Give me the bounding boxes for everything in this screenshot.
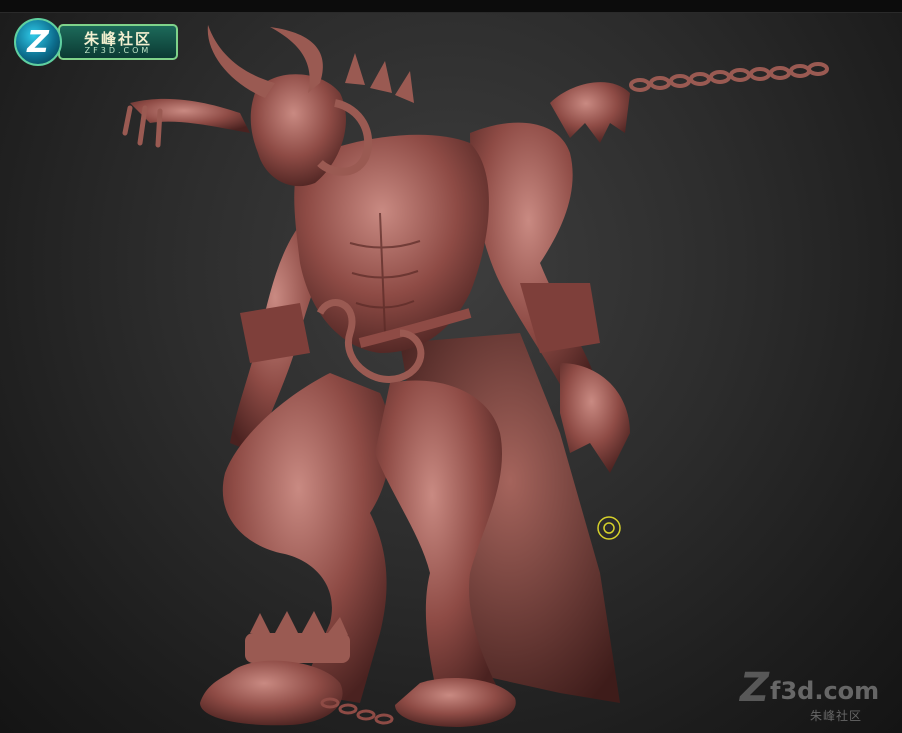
logo-subtitle: ZF3D.COM bbox=[84, 46, 152, 55]
watermark-site: f3d.com bbox=[770, 677, 880, 705]
site-logo[interactable]: 朱峰社区 ZF3D.COM Z bbox=[14, 18, 178, 66]
transpose-pivot-icon[interactable] bbox=[596, 515, 622, 541]
sculpt-viewport[interactable] bbox=[0, 13, 902, 733]
chain bbox=[629, 62, 829, 92]
right-upper-hand bbox=[550, 82, 630, 143]
left-foot bbox=[200, 660, 343, 726]
right-foot bbox=[395, 678, 516, 727]
logo-emblem-icon: Z bbox=[14, 18, 62, 66]
watermark: Z f3d.com 朱峰社区 bbox=[740, 665, 900, 729]
left-upper-claw bbox=[130, 98, 250, 133]
watermark-logo-letter: Z bbox=[740, 665, 770, 711]
back-spikes bbox=[345, 53, 414, 103]
right-bracer bbox=[520, 283, 600, 353]
logo-plate: 朱峰社区 ZF3D.COM bbox=[58, 24, 178, 60]
left-horn bbox=[207, 25, 275, 98]
top-bar bbox=[0, 0, 902, 13]
right-hand bbox=[560, 363, 630, 473]
viewport-canvas[interactable]: Z f3d.com 朱峰社区 bbox=[0, 13, 902, 733]
left-bracer bbox=[240, 303, 310, 363]
logo-letter: Z bbox=[27, 24, 49, 60]
zbrush-window: Z f3d.com 朱峰社区 朱峰社区 ZF3D.COM Z bbox=[0, 0, 902, 733]
watermark-name: 朱峰社区 bbox=[810, 709, 863, 723]
